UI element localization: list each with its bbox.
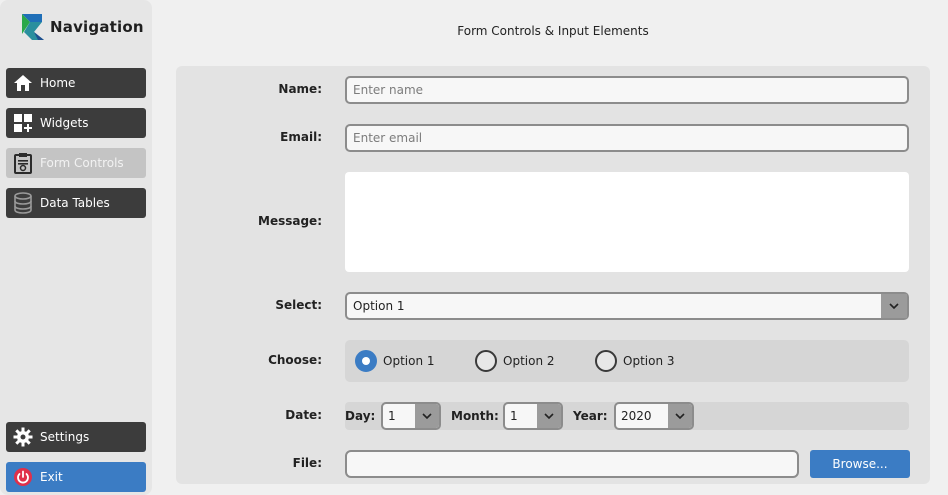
name-label: Name: xyxy=(278,82,322,96)
sidebar-item-widgets[interactable]: Widgets xyxy=(6,108,146,138)
clipboard-icon xyxy=(12,152,34,174)
day-label: Day: xyxy=(345,409,376,423)
sidebar-item-label: Data Tables xyxy=(40,196,110,210)
sidebar-item-label: Widgets xyxy=(40,116,89,130)
chevron-down-icon[interactable] xyxy=(537,404,561,428)
page-title: Form Controls & Input Elements xyxy=(457,24,649,38)
radio-button[interactable] xyxy=(595,350,617,372)
settings-label: Settings xyxy=(40,430,90,444)
radio-label: Option 1 xyxy=(383,354,435,368)
logo-icon xyxy=(22,14,44,40)
year-value: 2020 xyxy=(621,409,652,423)
message-label: Message: xyxy=(258,214,322,228)
email-input[interactable] xyxy=(345,124,909,152)
gear-icon xyxy=(12,426,34,448)
sidebar-item-form-controls[interactable]: Form Controls xyxy=(6,148,146,178)
day-value: 1 xyxy=(388,409,396,423)
file-label: File: xyxy=(292,456,322,470)
year-label: Year: xyxy=(573,409,608,423)
sidebar: Navigation Home Widgets Form Controls Da… xyxy=(0,0,152,495)
sidebar-header: Navigation xyxy=(20,12,144,42)
radio-label: Option 2 xyxy=(503,354,555,368)
database-icon xyxy=(12,192,34,214)
sidebar-item-label: Home xyxy=(40,76,76,90)
sidebar-title: Navigation xyxy=(50,18,144,36)
widgets-icon xyxy=(12,112,34,134)
message-textarea[interactable] xyxy=(345,172,909,272)
sidebar-item-data-tables[interactable]: Data Tables xyxy=(6,188,146,218)
radio-label: Option 3 xyxy=(623,354,675,368)
radio-button[interactable] xyxy=(355,350,377,372)
email-label: Email: xyxy=(280,130,322,144)
exit-label: Exit xyxy=(40,470,63,484)
radio-group: Option 1 Option 2 Option 3 xyxy=(345,340,909,382)
home-icon xyxy=(12,72,34,94)
radio-option-2[interactable]: Option 2 xyxy=(475,350,555,372)
month-value: 1 xyxy=(510,409,518,423)
month-select[interactable]: 1 xyxy=(503,402,563,430)
year-select[interactable]: 2020 xyxy=(614,402,694,430)
month-label: Month: xyxy=(451,409,499,423)
select-value: Option 1 xyxy=(353,299,405,313)
power-icon xyxy=(12,466,34,488)
chevron-down-icon[interactable] xyxy=(881,294,907,318)
name-input[interactable] xyxy=(345,76,909,104)
radio-option-3[interactable]: Option 3 xyxy=(595,350,675,372)
day-select[interactable]: 1 xyxy=(381,402,441,430)
radio-button[interactable] xyxy=(475,350,497,372)
date-label: Date: xyxy=(285,408,322,422)
sidebar-item-home[interactable]: Home xyxy=(6,68,146,98)
chevron-down-icon[interactable] xyxy=(415,404,439,428)
browse-button[interactable]: Browse... xyxy=(810,450,910,478)
option-select[interactable]: Option 1 xyxy=(345,292,909,320)
settings-button[interactable]: Settings xyxy=(6,422,146,452)
radio-option-1[interactable]: Option 1 xyxy=(355,350,435,372)
chevron-down-icon[interactable] xyxy=(668,404,692,428)
select-label: Select: xyxy=(275,298,322,312)
exit-button[interactable]: Exit xyxy=(6,462,146,492)
app-window: Navigation Home Widgets Form Controls Da… xyxy=(0,0,948,495)
sidebar-item-label: Form Controls xyxy=(40,156,124,170)
date-picker: Day: 1 Month: 1 Year: 2020 xyxy=(345,402,909,430)
file-path-field[interactable] xyxy=(345,450,799,478)
choose-label: Choose: xyxy=(268,353,322,367)
